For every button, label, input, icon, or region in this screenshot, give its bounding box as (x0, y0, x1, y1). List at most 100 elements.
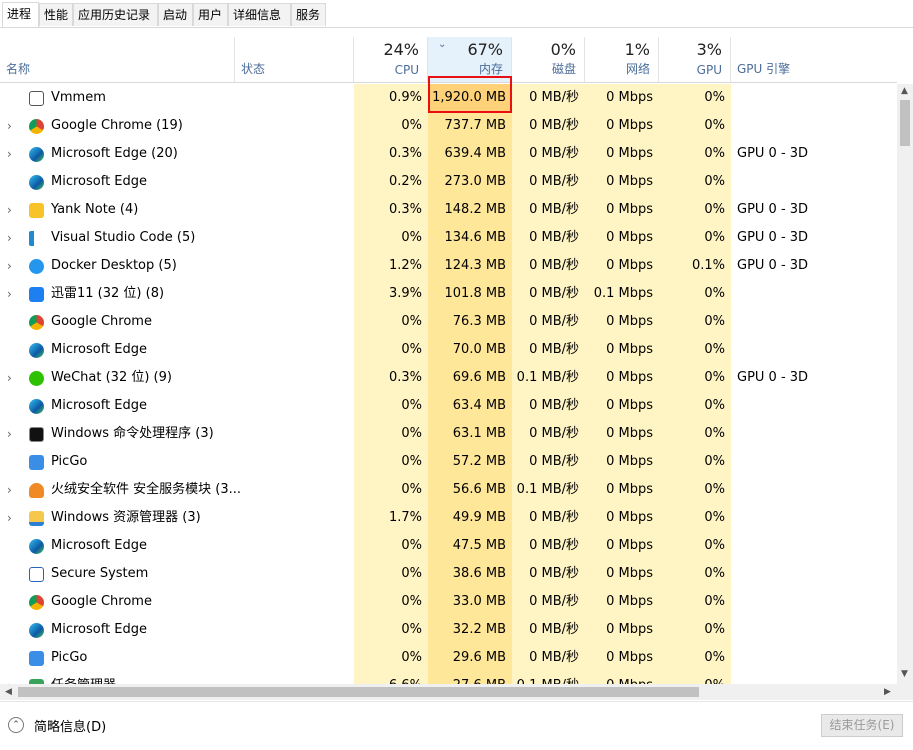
expand-chevron-icon[interactable]: › (7, 196, 12, 224)
header-gpu-engine[interactable]: GPU 引擎 (731, 37, 897, 82)
expand-chevron-icon[interactable]: › (7, 420, 12, 448)
process-row[interactable]: › Docker Desktop (5) 1.2% 124.3 MB 0 MB/秒 0 M… (0, 252, 896, 280)
gpu-engine-value (737, 168, 887, 196)
expand-chevron-icon[interactable]: › (7, 112, 12, 140)
memory-label: 内存 (478, 62, 503, 76)
expand-chevron-icon[interactable]: › (7, 252, 12, 280)
process-row[interactable]: Google Chrome 0% 76.3 MB 0 MB/秒 0 Mbps 0% (0, 308, 896, 336)
expand-chevron-icon[interactable]: › (7, 672, 12, 684)
network-value: 0 Mbps (606, 594, 653, 609)
secure-system-icon (29, 567, 44, 582)
process-row[interactable]: Microsoft Edge 0% 32.2 MB 0 MB/秒 0 Mbps 0% (0, 616, 896, 644)
chrome-icon (29, 315, 44, 330)
chrome-icon (29, 119, 44, 134)
expand-chevron-icon[interactable]: › (7, 280, 12, 308)
expand-chevron-icon[interactable]: › (7, 476, 12, 504)
tab-startup[interactable]: 启动 (158, 3, 193, 26)
process-row[interactable]: › Microsoft Edge (20) 0.3% 639.4 MB 0 MB/秒 0 … (0, 140, 896, 168)
header-disk[interactable]: 0% 磁盘 (512, 37, 585, 82)
gpu-value: 0% (704, 426, 725, 441)
gpu-value: 0% (704, 90, 725, 105)
cpu-value: 0% (401, 454, 422, 469)
horizontal-scrollbar[interactable]: ◀ ▶ (0, 684, 897, 700)
edge-icon (29, 343, 44, 358)
horizontal-scroll-thumb[interactable] (18, 687, 699, 697)
process-row[interactable]: Secure System 0% 38.6 MB 0 MB/秒 0 Mbps 0% (0, 560, 896, 588)
tab-processes[interactable]: 进程 (2, 2, 39, 27)
brief-info-link[interactable]: 简略信息(D) (34, 716, 106, 735)
process-row[interactable]: › WeChat (32 位) (9) 0.3% 69.6 MB 0.1 MB/秒 0 M… (0, 364, 896, 392)
tab-users[interactable]: 用户 (193, 3, 228, 26)
disk-value: 0 MB/秒 (529, 398, 579, 413)
expand-chevron-icon[interactable]: › (7, 504, 12, 532)
vscode-icon (29, 231, 44, 246)
scroll-down-arrow-icon[interactable]: ▼ (901, 669, 908, 679)
wechat-icon (29, 371, 44, 386)
memory-value: 69.6 MB (452, 370, 506, 385)
process-row[interactable]: Microsoft Edge 0% 70.0 MB 0 MB/秒 0 Mbps 0% (0, 336, 896, 364)
process-row[interactable]: Microsoft Edge 0% 47.5 MB 0 MB/秒 0 Mbps 0% (0, 532, 896, 560)
gpu-engine-value (737, 420, 887, 448)
disk-value: 0 MB/秒 (529, 230, 579, 245)
vertical-scrollbar[interactable]: ▲ ▼ (897, 84, 913, 685)
header-name[interactable]: 名称 (0, 37, 235, 82)
tab-performance[interactable]: 性能 (39, 3, 73, 26)
gpu-engine-value: GPU 0 - 3D (737, 370, 809, 385)
vertical-scroll-thumb[interactable] (900, 100, 910, 146)
network-value: 0 Mbps (606, 566, 653, 581)
collapse-chevron-icon[interactable]: ⌃ (8, 717, 24, 733)
process-row[interactable]: PicGo 0% 57.2 MB 0 MB/秒 0 Mbps 0% (0, 448, 896, 476)
header-cpu[interactable]: 24% CPU (354, 37, 428, 82)
expand-chevron-icon[interactable]: › (7, 224, 12, 252)
process-name: Visual Studio Code (5) (51, 230, 196, 245)
end-task-button[interactable]: 结束任务(E) (821, 714, 903, 737)
process-row[interactable]: Microsoft Edge 0.2% 273.0 MB 0 MB/秒 0 Mbps 0% (0, 168, 896, 196)
process-row[interactable]: › Google Chrome (19) 0% 737.7 MB 0 MB/秒 0 Mbp… (0, 112, 896, 140)
process-row[interactable]: › 火绒安全软件 安全服务模块 (3... 0% 56.6 MB 0.1 MB/秒 0 M… (0, 476, 896, 504)
process-row[interactable]: › Yank Note (4) 0.3% 148.2 MB 0 MB/秒 0 Mbps 0%… (0, 196, 896, 224)
tab-details[interactable]: 详细信息 (228, 3, 291, 26)
cpu-value: 0% (401, 566, 422, 581)
scroll-left-arrow-icon[interactable]: ◀ (5, 687, 12, 697)
process-row[interactable]: › 迅雷11 (32 位) (8) 3.9% 101.8 MB 0 MB/秒 0.1 Mb… (0, 280, 896, 308)
cpu-total-pct: 24% (383, 40, 419, 59)
disk-value: 0 MB/秒 (529, 622, 579, 637)
network-value: 0 Mbps (606, 482, 653, 497)
gpu-value: 0% (704, 314, 725, 329)
disk-value: 0 MB/秒 (529, 426, 579, 441)
process-row[interactable]: Google Chrome 0% 33.0 MB 0 MB/秒 0 Mbps 0% (0, 588, 896, 616)
scroll-right-arrow-icon[interactable]: ▶ (884, 687, 891, 697)
process-row[interactable]: › 任务管理器 6.6%27.6 MB0.1 MB/秒0 Mbps0% (0, 672, 896, 684)
header-gpu[interactable]: 3% GPU (659, 37, 731, 82)
process-row[interactable]: Microsoft Edge 0% 63.4 MB 0 MB/秒 0 Mbps 0% (0, 392, 896, 420)
cpu-value: 0% (401, 426, 422, 441)
process-row[interactable]: PicGo 0% 29.6 MB 0 MB/秒 0 Mbps 0% (0, 644, 896, 672)
cpu-value: 0% (401, 650, 422, 665)
network-value: 0 Mbps (606, 174, 653, 189)
process-row[interactable]: › Windows 命令处理程序 (3) 0% 63.1 MB 0 MB/秒 0 Mbps… (0, 420, 896, 448)
header-network[interactable]: 1% 网络 (585, 37, 659, 82)
process-name: Secure System (51, 566, 149, 581)
header-status[interactable]: 状态 (235, 37, 354, 82)
memory-value: 56.6 MB (452, 482, 506, 497)
network-value: 0 Mbps (606, 90, 653, 105)
disk-value: 0 MB/秒 (529, 454, 579, 469)
memory-value: 148.2 MB (444, 202, 506, 217)
scroll-up-arrow-icon[interactable]: ▲ (901, 86, 908, 96)
disk-value: 0.1 MB/秒 (516, 370, 579, 385)
tab-services[interactable]: 服务 (291, 3, 326, 26)
tab-app-history[interactable]: 应用历史记录 (73, 3, 158, 26)
memory-value: 33.0 MB (452, 594, 506, 609)
expand-chevron-icon[interactable]: › (7, 364, 12, 392)
gpu-engine-value (737, 532, 887, 560)
gpu-engine-value (737, 84, 887, 112)
gpu-engine-value (737, 504, 887, 532)
expand-chevron-icon[interactable]: › (7, 140, 12, 168)
gpu-value: 0% (704, 118, 725, 133)
header-name-label: 名称 (6, 62, 31, 76)
memory-value: 101.8 MB (444, 286, 506, 301)
gpu-engine-value (737, 280, 887, 308)
process-row[interactable]: › Windows 资源管理器 (3) 1.7% 49.9 MB 0 MB/秒 0 Mbp… (0, 504, 896, 532)
gpu-engine-value (737, 392, 887, 420)
process-row[interactable]: › Visual Studio Code (5) 0% 134.6 MB 0 MB/秒 0… (0, 224, 896, 252)
